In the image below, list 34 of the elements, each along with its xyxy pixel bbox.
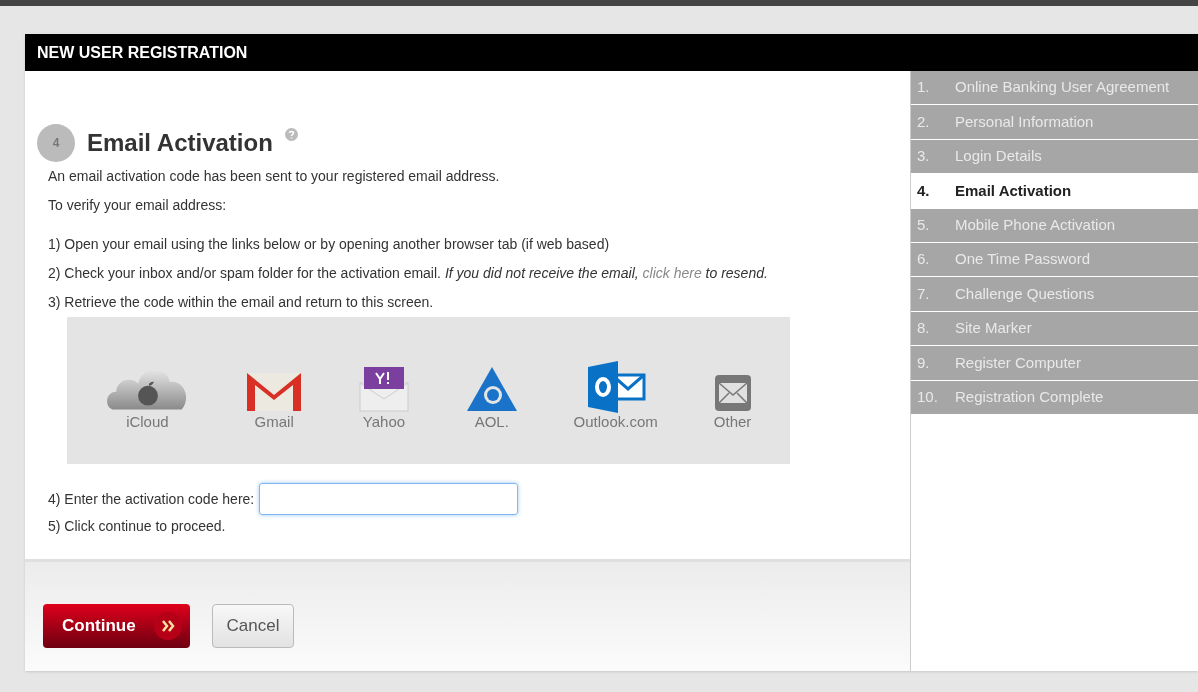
activation-code-field[interactable] xyxy=(259,483,519,515)
step-item: 3. Login Details xyxy=(911,139,1198,175)
help-icon[interactable] xyxy=(284,128,298,141)
resend-link[interactable]: click here xyxy=(642,265,702,281)
page-title: NEW USER REGISTRATION xyxy=(37,42,248,63)
step-item: 9. Register Computer xyxy=(911,346,1198,381)
step-item: 8. Site Marker xyxy=(911,311,1198,347)
step-item: 2. Personal Information xyxy=(911,105,1198,140)
intro-text: An email activation code has been sent to your registered email address. xyxy=(48,167,501,186)
step-item: 7. Challenge Questions xyxy=(911,277,1198,312)
intro-text: To verify your email address: xyxy=(48,196,228,215)
step-item: 5. Mobile Phone Activation xyxy=(911,208,1198,243)
instruction-text: 5) Click continue to proceed. xyxy=(48,517,227,536)
cancel-button[interactable]: Cancel xyxy=(212,603,294,648)
step-item: 6. One Time Password xyxy=(911,242,1198,278)
step-item: 10. Registration Complete xyxy=(911,380,1198,415)
section-heading: Email Activation xyxy=(87,128,273,158)
step-number-badge: 4 xyxy=(37,124,75,162)
email-provider-link[interactable]: iCloud xyxy=(104,357,191,434)
email-provider-link[interactable]: Yahoo xyxy=(358,357,410,434)
email-provider-link[interactable]: Other xyxy=(712,357,753,434)
envelope-icon xyxy=(712,373,753,413)
step-item: 1. Online Banking User Agreement xyxy=(911,71,1198,106)
instruction-text: 3) Retrieve the code within the email and return to this screen. xyxy=(48,293,435,312)
triangle-icon xyxy=(464,365,519,413)
mail-icon xyxy=(585,361,646,413)
continue-button[interactable]: Continue xyxy=(43,603,190,648)
instruction-text: 1) Open your email using the links below or by opening another browser tab (if web based) xyxy=(48,235,611,254)
chevrons-right-icon xyxy=(154,611,182,640)
code-label: 4) Enter the activation code here: xyxy=(48,489,255,509)
email-provider-link[interactable]: AOL. xyxy=(464,357,519,434)
instruction-text: 2) Check your inbox and/or spam folder for the activation email. If you did not receive the email, click here to resend. xyxy=(48,264,769,283)
email-provider-link[interactable]: Gmail xyxy=(245,357,304,434)
email-provider-link[interactable]: Outlook.com xyxy=(573,357,658,434)
